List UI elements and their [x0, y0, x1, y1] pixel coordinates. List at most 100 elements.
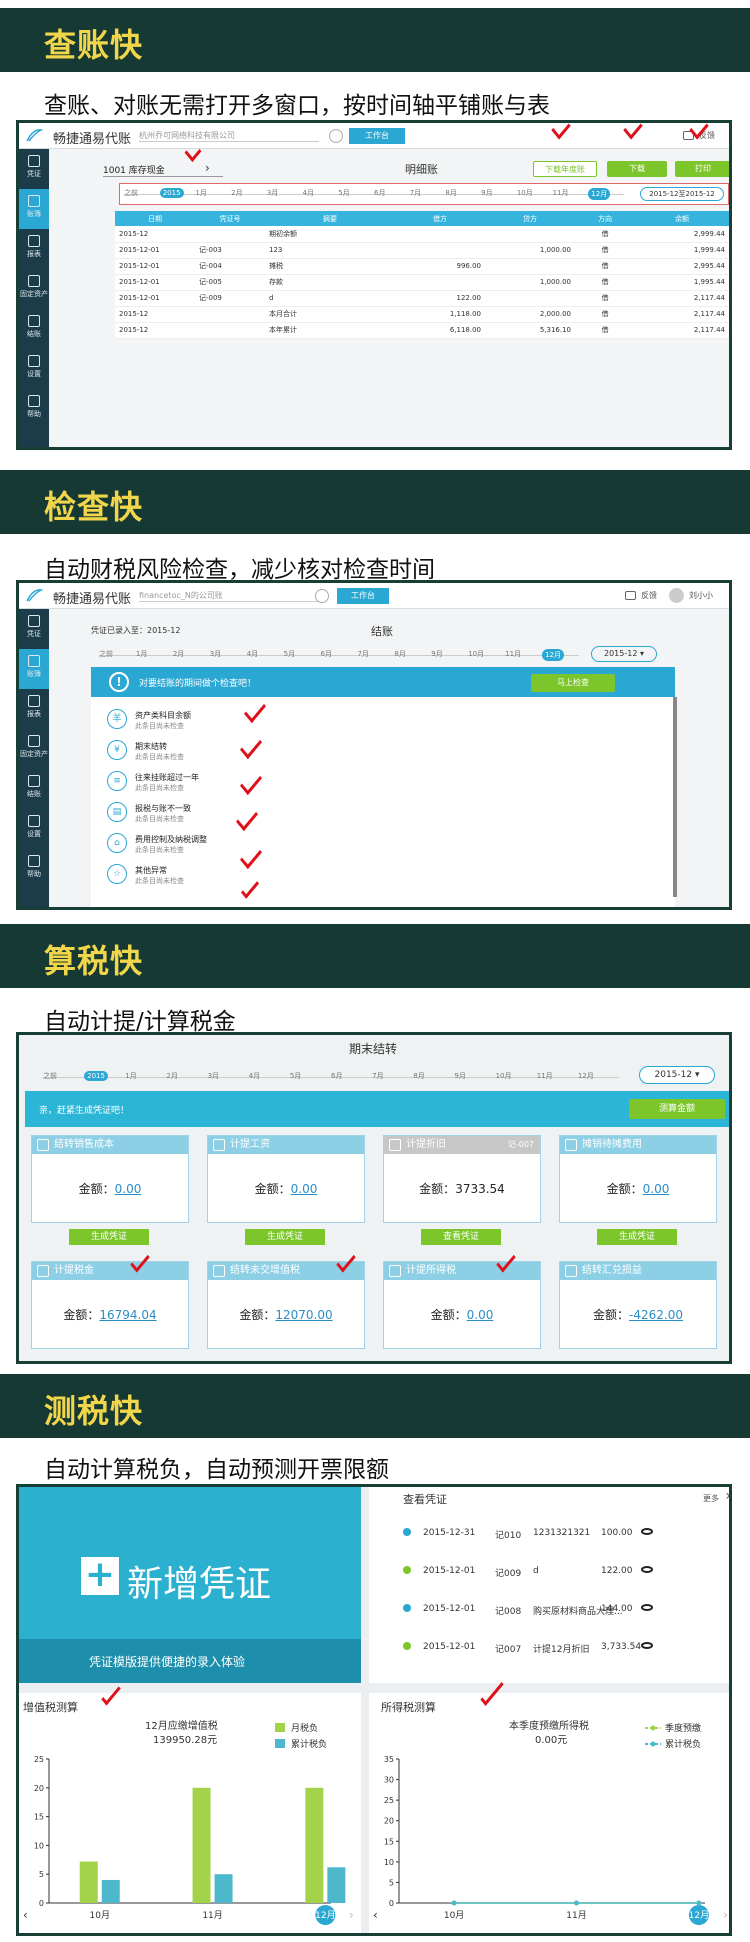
timeline-item[interactable]: 4月	[249, 1071, 260, 1081]
chevron-left-icon[interactable]: ‹	[373, 1908, 378, 1922]
voucher-row[interactable]: 2015-12-31 记010 1231321321 100.00	[393, 1519, 663, 1547]
sidebar-item[interactable]: 设置	[19, 349, 49, 389]
sidebar-item[interactable]: 账簿	[19, 189, 49, 229]
timeline-item[interactable]: 6月	[374, 188, 385, 198]
sidebar-item[interactable]: 报表	[19, 229, 49, 269]
table-row[interactable]: 2015-12-01 记-004 摊税 996.00 借 2,995.44	[115, 258, 729, 275]
timeline-item[interactable]: 3月	[210, 649, 221, 659]
sidebar-item[interactable]: 帮助	[19, 849, 49, 889]
sidebar-item[interactable]: 设置	[19, 809, 49, 849]
eye-icon[interactable]	[641, 1528, 653, 1535]
eye-icon[interactable]	[641, 1566, 653, 1573]
new-voucher-panel[interactable]: + 新增凭证 凭证模版提供便捷的录入体验	[19, 1487, 361, 1683]
sidebar-item[interactable]: 报表	[19, 689, 49, 729]
company-select[interactable]: 杭州乔可网络科技有限公司	[139, 130, 319, 142]
amount-link[interactable]: -4262.00	[629, 1308, 683, 1322]
eye-icon[interactable]	[641, 1604, 653, 1611]
timeline-item[interactable]: 10月	[496, 1071, 512, 1081]
voucher-row[interactable]: 2015-12-01 记007 计提12月折旧 3,733.54	[393, 1633, 663, 1661]
timeline-item[interactable]: 11月	[505, 649, 521, 659]
timeline-item[interactable]: 5月	[290, 1071, 301, 1081]
generate-voucher-button[interactable]: 生成凭证	[597, 1229, 677, 1245]
timeline-item[interactable]: 6月	[321, 649, 332, 659]
timeline-item[interactable]: 5月	[284, 649, 295, 659]
search-icon[interactable]	[315, 589, 329, 603]
timeline-item[interactable]: 9月	[431, 649, 442, 659]
timeline-item[interactable]: 12月	[542, 649, 564, 661]
feedback-link[interactable]: 反馈	[641, 590, 657, 601]
table-row[interactable]: 2015-12-01 记-005 存款 1,000.00 借 1,995.44	[115, 274, 729, 291]
feedback-icon[interactable]	[625, 591, 636, 600]
company-select[interactable]: financetoc_N的公司账	[139, 590, 319, 602]
calculate-button[interactable]: 测算金额	[629, 1099, 725, 1119]
timeline-item[interactable]: 6月	[331, 1071, 342, 1081]
search-icon[interactable]	[329, 129, 343, 143]
voucher-row[interactable]: 2015-12-01 记008 购买原材料商品大理... 144.00	[393, 1595, 663, 1623]
generate-voucher-button[interactable]: 生成凭证	[245, 1229, 325, 1245]
chevron-right-icon[interactable]: ›	[349, 1908, 354, 1922]
chevron-right-icon[interactable]: ›	[205, 161, 210, 175]
timeline-item[interactable]: 3月	[267, 188, 278, 198]
timeline-item[interactable]: 5月	[338, 188, 349, 198]
sidebar-item[interactable]: 结账	[19, 309, 49, 349]
timeline-item[interactable]: 2015	[84, 1071, 108, 1081]
timeline-item[interactable]: 10月	[468, 649, 484, 659]
timeline-item[interactable]: 4月	[303, 188, 314, 198]
table-row[interactable]: 2015-12-01 记-003 123 1,000.00 借 1,999.44	[115, 242, 729, 259]
timeline-item[interactable]: 12月	[578, 1071, 594, 1081]
timeline-item[interactable]: 8月	[394, 649, 405, 659]
sidebar-item[interactable]: 结账	[19, 769, 49, 809]
download-button[interactable]: 下载	[607, 161, 667, 177]
generate-voucher-button[interactable]: 生成凭证	[69, 1229, 149, 1245]
timeline-item[interactable]: 9月	[481, 188, 492, 198]
timeline-item[interactable]: 8月	[445, 188, 456, 198]
timeline-item[interactable]: 9月	[454, 1071, 465, 1081]
sidebar-item[interactable]: 固定资产	[19, 269, 49, 309]
timeline-item[interactable]: 之前	[99, 649, 113, 659]
timeline-item[interactable]: 8月	[413, 1071, 424, 1081]
timeline-item[interactable]: 2月	[231, 188, 242, 198]
table-row[interactable]: 2015-12 本月合计 1,118.00 2,000.00 借 2,117.44	[115, 306, 729, 323]
amount-link[interactable]: 12070.00	[275, 1308, 332, 1322]
workspace-button[interactable]: 工作台	[337, 588, 389, 604]
timeline-item[interactable]: 12月	[588, 188, 611, 200]
chevron-right-icon[interactable]: ›	[725, 1488, 729, 1504]
timeline-item[interactable]: 1月	[195, 188, 206, 198]
print-button[interactable]: 打印	[675, 161, 729, 177]
check-now-button[interactable]: 马上检查	[531, 674, 615, 692]
timeline-item[interactable]: 10月	[517, 188, 533, 198]
amount-link[interactable]: 0.00	[291, 1182, 318, 1196]
timeline-item[interactable]: 2015	[159, 188, 184, 198]
amount-link[interactable]: 0.00	[467, 1308, 494, 1322]
timeline-item[interactable]: 7月	[372, 1071, 383, 1081]
chevron-left-icon[interactable]: ‹	[23, 1908, 28, 1922]
generate-voucher-button[interactable]: 查看凭证	[421, 1229, 501, 1245]
timeline-item[interactable]: 11月	[537, 1071, 553, 1081]
chevron-right-icon[interactable]: ›	[723, 1908, 728, 1922]
eye-icon[interactable]	[641, 1642, 653, 1649]
sidebar-item[interactable]: 帮助	[19, 389, 49, 429]
timeline-item[interactable]: 2月	[166, 1071, 177, 1081]
amount-link[interactable]: 0.00	[643, 1182, 670, 1196]
voucher-row[interactable]: 2015-12-01 记009 d 122.00	[393, 1557, 663, 1585]
amount-link[interactable]: 16794.04	[99, 1308, 156, 1322]
timeline-item[interactable]: 4月	[247, 649, 258, 659]
timeline-item[interactable]: 2月	[173, 649, 184, 659]
sidebar-item[interactable]: 固定资产	[19, 729, 49, 769]
period-select[interactable]: 2015-12至2015-12	[640, 187, 724, 201]
download-year-button[interactable]: 下载年度账	[533, 161, 597, 177]
timeline-item[interactable]: 之前	[43, 1071, 57, 1081]
timeline-item[interactable]: 3月	[208, 1071, 219, 1081]
timeline-item[interactable]: 7月	[357, 649, 368, 659]
period-select[interactable]: 2015-12 ▾	[591, 646, 657, 662]
table-row[interactable]: 2015-12-01 记-009 d 122.00 借 2,117.44	[115, 290, 729, 307]
table-row[interactable]: 2015-12 期初余额 借 2,999.44	[115, 226, 729, 243]
table-row[interactable]: 2015-12 本年累计 6,118.00 5,316.10 借 2,117.44	[115, 322, 729, 339]
timeline-item[interactable]: 11月	[553, 188, 569, 198]
sidebar-item[interactable]: 账簿	[19, 649, 49, 689]
period-select[interactable]: 2015-12 ▾	[639, 1066, 715, 1084]
avatar[interactable]	[669, 588, 684, 603]
timeline-item[interactable]: 7月	[410, 188, 421, 198]
amount-link[interactable]: 0.00	[115, 1182, 142, 1196]
timeline-item[interactable]: 之前	[124, 188, 138, 198]
